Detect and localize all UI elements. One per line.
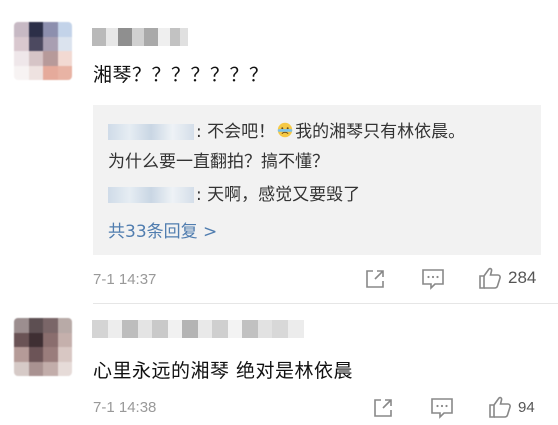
- like-button[interactable]: 284: [478, 266, 536, 290]
- reply-text: : 不会吧！: [196, 122, 276, 142]
- username-redacted[interactable]: [92, 320, 314, 338]
- reply-item: : 不会吧！ 我的湘琴只有林依晨。: [108, 117, 465, 142]
- avatar[interactable]: [14, 22, 72, 80]
- comment-icon: [431, 398, 453, 419]
- comment-button[interactable]: [421, 268, 445, 290]
- replies-box: : 不会吧！ 我的湘琴只有林依晨。 为什么要一直翻拍？搞不懂？ : 天啊，感觉又要…: [93, 105, 541, 255]
- more-replies-link[interactable]: 共33条回复 >: [108, 217, 217, 242]
- share-icon: [374, 399, 392, 417]
- comment-text: 心里永远的湘琴 绝对是林依晨: [93, 360, 354, 382]
- reply-text-continued: 我的湘琴只有林依晨。: [295, 122, 466, 142]
- thumbs-up-icon: [479, 267, 501, 289]
- like-count: 284: [508, 268, 537, 287]
- avatar[interactable]: [14, 318, 72, 376]
- username-redacted[interactable]: [92, 28, 188, 46]
- like-count: 94: [518, 398, 535, 416]
- crying-face-icon: [277, 122, 293, 138]
- divider: [93, 303, 558, 304]
- reply-username-redacted[interactable]: [108, 187, 194, 203]
- share-button[interactable]: [372, 397, 394, 419]
- comment-button[interactable]: [430, 397, 454, 419]
- like-button[interactable]: 94: [488, 395, 535, 419]
- share-icon: [366, 270, 384, 288]
- comment-list: 湘琴？？？？？？？ : 不会吧！ 我的湘琴只有林依晨。 为什么要一直翻拍？搞不懂？…: [0, 0, 558, 425]
- comment-timestamp: 7-1 14:37: [93, 271, 157, 288]
- reply-item: : 天啊，感觉又要毁了: [108, 180, 360, 205]
- reply-text-line2: 为什么要一直翻拍？搞不懂？: [108, 152, 329, 172]
- share-button[interactable]: [364, 268, 386, 290]
- thumbs-up-icon: [489, 396, 511, 418]
- comment-icon: [422, 269, 444, 290]
- comment-text: 湘琴？？？？？？？: [93, 64, 269, 86]
- reply-username-redacted[interactable]: [108, 124, 194, 140]
- comment-timestamp: 7-1 14:38: [93, 399, 157, 416]
- reply-text: : 天啊，感觉又要毁了: [196, 185, 361, 205]
